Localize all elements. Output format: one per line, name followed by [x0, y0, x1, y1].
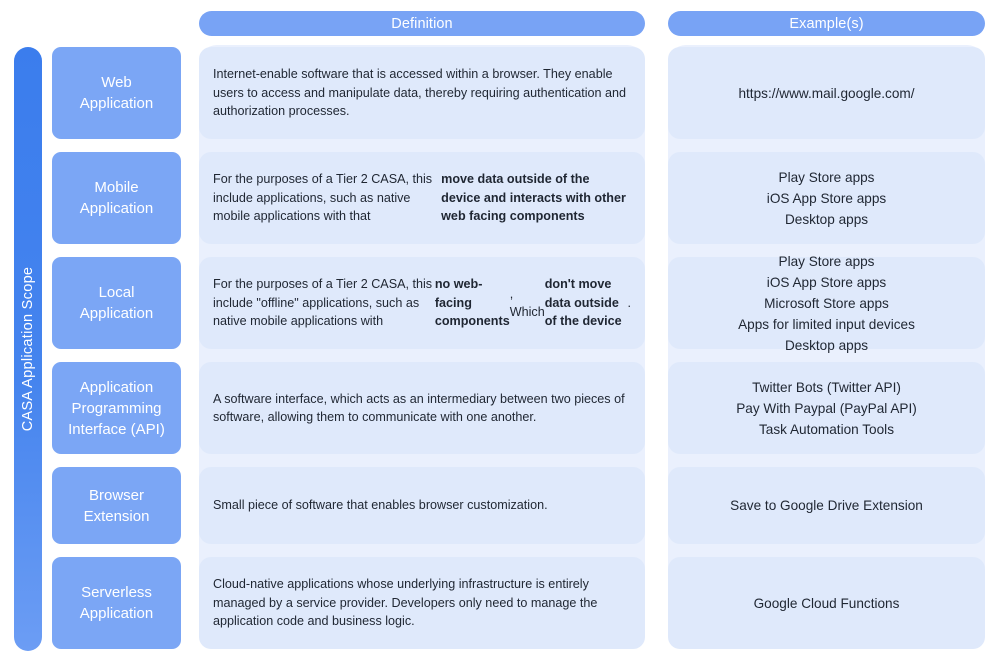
scope-row-examples: Google Cloud Functions: [668, 557, 985, 649]
scope-row-examples: Save to Google Drive Extension: [668, 467, 985, 544]
scope-row-definition: For the purposes of a Tier 2 CASA, this …: [199, 257, 645, 349]
scope-row-label[interactable]: Mobile Application: [52, 152, 181, 244]
scope-row-definition: Internet-enable software that is accesse…: [199, 47, 645, 139]
scope-row-examples: Twitter Bots (Twitter API) Pay With Payp…: [668, 362, 985, 454]
scope-row: Application Programming Interface (API) A…: [0, 362, 999, 454]
scope-row: Web Application Internet-enable software …: [0, 47, 999, 139]
column-header-examples: Example(s): [668, 11, 985, 36]
column-header-examples-label: Example(s): [789, 15, 864, 32]
scope-row: Browser Extension Small piece of software…: [0, 467, 999, 544]
scope-row-examples: https://www.mail.google.com/: [668, 47, 985, 139]
scope-row: Mobile Application For the purposes of a …: [0, 152, 999, 244]
scope-row-definition: For the purposes of a Tier 2 CASA, this …: [199, 152, 645, 244]
scope-row-label[interactable]: Browser Extension: [52, 467, 181, 544]
scope-row-label[interactable]: Local Application: [52, 257, 181, 349]
scope-row-definition: Cloud-native applications whose underlyi…: [199, 557, 645, 649]
scope-row-label[interactable]: Application Programming Interface (API): [52, 362, 181, 454]
scope-row-definition: Small piece of software that enables bro…: [199, 467, 645, 544]
scope-row-examples: Play Store apps iOS App Store apps Deskt…: [668, 152, 985, 244]
column-header-definition-label: Definition: [391, 15, 453, 32]
casa-application-scope-diagram: Definition Example(s) CASA Application S…: [0, 0, 999, 667]
scope-row-examples: Play Store apps iOS App Store apps Micro…: [668, 254, 985, 353]
column-header-definition: Definition: [199, 11, 645, 36]
scope-row: Serverless Application Cloud-native appli…: [0, 557, 999, 649]
scope-row-label[interactable]: Serverless Application: [52, 557, 181, 649]
scope-row: Local Application For the purposes of a T…: [0, 254, 999, 353]
scope-row-definition: A software interface, which acts as an i…: [199, 362, 645, 454]
scope-row-label[interactable]: Web Application: [52, 47, 181, 139]
